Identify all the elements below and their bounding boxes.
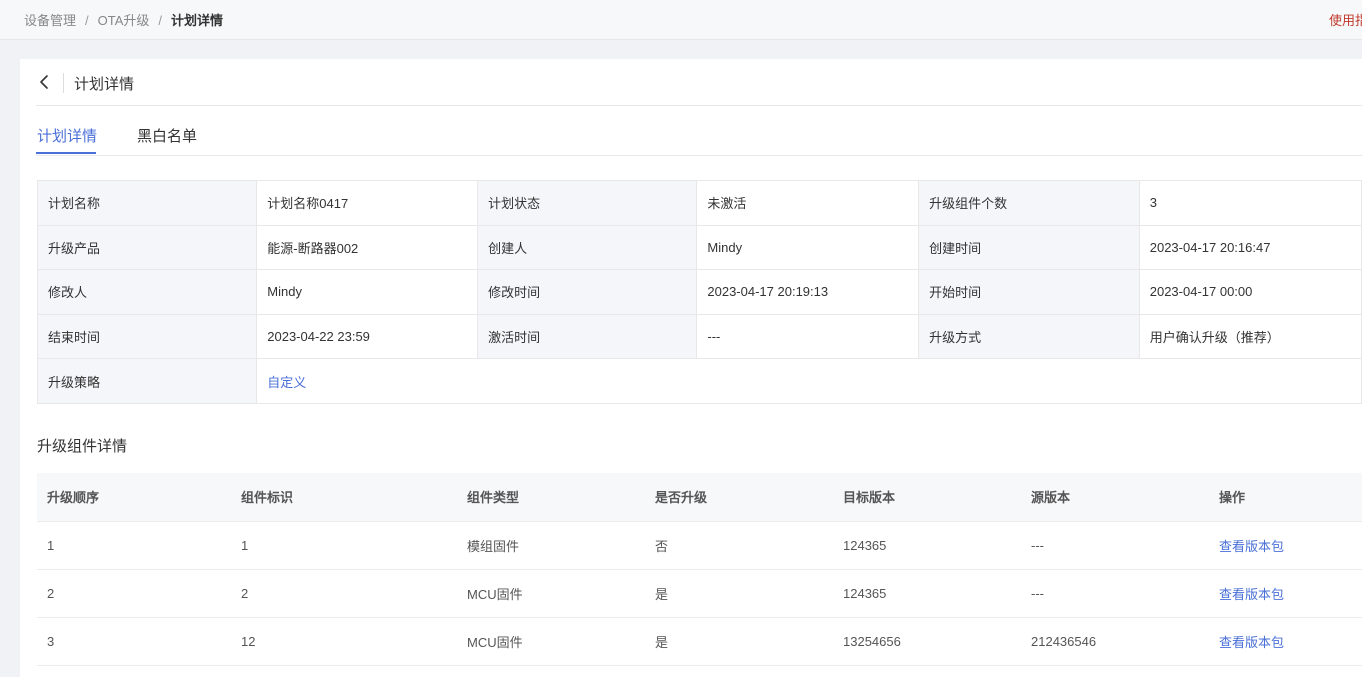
components-section-title: 升级组件详情	[37, 438, 128, 455]
view-package-link[interactable]: 查看版本包	[1219, 587, 1284, 602]
breadcrumb-separator: /	[85, 13, 89, 28]
detail-value: 计划名称0417	[256, 180, 479, 226]
breadcrumb-item-current: 计划详情	[171, 13, 224, 28]
detail-label: 开始时间	[918, 269, 1140, 315]
detail-label: 结束时间	[37, 314, 258, 360]
cell-action: 查看版本包	[1209, 521, 1362, 570]
detail-value: 2023-04-22 23:59	[256, 314, 479, 360]
cell-id: 2	[231, 569, 457, 618]
detail-row: 升级产品 能源-断路器002 创建人 Mindy 创建时间 2023-04-17 20:1…	[37, 225, 1362, 271]
detail-label: 修改人	[37, 269, 258, 315]
cell-action: 查看版本包	[1209, 569, 1362, 618]
cell-order: 2	[37, 569, 231, 618]
chevron-left-icon[interactable]	[36, 73, 54, 91]
breadcrumb-item-ota-upgrade[interactable]: OTA升级	[98, 13, 150, 28]
column-header-action: 操作	[1209, 473, 1362, 522]
column-header-target-version: 目标版本	[833, 473, 1021, 522]
detail-value: 能源-断路器002	[256, 225, 479, 271]
cell-type: 模组固件	[457, 521, 645, 570]
cell-upgrade: 是	[645, 569, 833, 618]
breadcrumb-separator: /	[158, 13, 163, 28]
detail-label: 创建时间	[918, 225, 1140, 271]
breadcrumb: 设备管理 / OTA升级 / 计划详情	[24, 10, 223, 29]
detail-value: 2023-04-17 20:16:47	[1139, 225, 1362, 271]
cell-upgrade: 是	[645, 617, 833, 666]
detail-value: 用户确认升级（推荐）	[1139, 314, 1362, 360]
detail-label: 升级方式	[918, 314, 1140, 360]
detail-label: 升级策略	[37, 358, 258, 404]
detail-value: ---	[696, 314, 920, 360]
top-bar: 设备管理 / OTA升级 / 计划详情 使用指	[0, 0, 1362, 40]
cell-source: ---	[1021, 521, 1209, 570]
detail-label: 计划状态	[477, 180, 698, 226]
cell-source: 212436546	[1021, 617, 1209, 666]
cell-id: 12	[231, 617, 457, 666]
cell-action: 查看版本包	[1209, 617, 1362, 666]
detail-value: 2023-04-17 20:19:13	[696, 269, 920, 315]
detail-value: 3	[1139, 180, 1362, 226]
tab-black-white-list[interactable]: 黑白名单	[137, 125, 197, 146]
plan-details-table: 计划名称 计划名称0417 计划状态 未激活 升级组件个数 3 升级产品 能源-断路器002 创…	[37, 180, 1362, 404]
cell-target: 124365	[833, 569, 1021, 618]
cell-target: 124365	[833, 521, 1021, 570]
cell-target: 13254656	[833, 617, 1021, 666]
cell-upgrade: 否	[645, 521, 833, 570]
breadcrumb-item-device-management[interactable]: 设备管理	[24, 13, 76, 28]
cell-order: 1	[37, 521, 231, 570]
table-row: 1 1 模组固件否 124365 --- 查看版本包	[37, 521, 1362, 570]
detail-card: 计划详情 计划详情 黑白名单 计划名称 计划名称0417 计划状态 未激活 升级组件个数…	[20, 59, 1362, 677]
header-divider	[63, 73, 64, 93]
detail-value: 自定义	[256, 358, 1362, 404]
detail-value: 2023-04-17 00:00	[1139, 269, 1362, 315]
detail-row: 结束时间 2023-04-22 23:59 激活时间 --- 升级方式 用户确认升级（推荐…	[37, 314, 1362, 360]
strategy-link[interactable]: 自定义	[267, 375, 306, 390]
detail-label: 修改时间	[477, 269, 698, 315]
page-header: 计划详情	[36, 59, 1362, 106]
detail-value: Mindy	[696, 225, 920, 271]
cell-type: MCU固件	[457, 569, 645, 618]
detail-value: 未激活	[696, 180, 920, 226]
column-header-source-version: 源版本	[1021, 473, 1209, 522]
column-header-type: 组件类型	[457, 473, 645, 522]
view-package-link[interactable]: 查看版本包	[1219, 539, 1284, 554]
cell-source: ---	[1021, 569, 1209, 618]
tab-plan-details[interactable]: 计划详情	[37, 125, 97, 146]
detail-row: 升级策略 自定义	[37, 358, 1362, 404]
view-package-link[interactable]: 查看版本包	[1219, 635, 1284, 650]
active-tab-indicator	[36, 152, 96, 154]
detail-row: 计划名称 计划名称0417 计划状态 未激活 升级组件个数 3	[37, 180, 1362, 226]
detail-label: 创建人	[477, 225, 698, 271]
page-title: 计划详情	[74, 76, 135, 93]
table-row: 3 12 MCU固件是 13254656 212436546 查看版本包	[37, 617, 1362, 666]
detail-label: 激活时间	[477, 314, 698, 360]
detail-label: 升级组件个数	[918, 180, 1140, 226]
table-header-row: 升级顺序 组件标识 组件类型 是否升级 目标版本 源版本 操作	[37, 473, 1362, 522]
table-row: 2 2 MCU固件是 124365 --- 查看版本包	[37, 569, 1362, 618]
tab-bar: 计划详情 黑白名单	[36, 107, 1362, 156]
detail-label: 升级产品	[37, 225, 258, 271]
cell-order: 3	[37, 617, 231, 666]
cell-type: MCU固件	[457, 617, 645, 666]
column-header-upgrade: 是否升级	[645, 473, 833, 522]
cell-id: 1	[231, 521, 457, 570]
column-header-order: 升级顺序	[37, 473, 231, 522]
detail-value: Mindy	[256, 269, 479, 315]
components-table: 升级顺序 组件标识 组件类型 是否升级 目标版本 源版本 操作 1 1 模组固件否 1…	[37, 473, 1362, 666]
detail-label: 计划名称	[37, 180, 258, 226]
detail-row: 修改人 Mindy 修改时间 2023-04-17 20:19:13 开始时间 2023-…	[37, 269, 1362, 315]
help-link[interactable]: 使用指	[1329, 10, 1362, 29]
column-header-id: 组件标识	[231, 473, 457, 522]
